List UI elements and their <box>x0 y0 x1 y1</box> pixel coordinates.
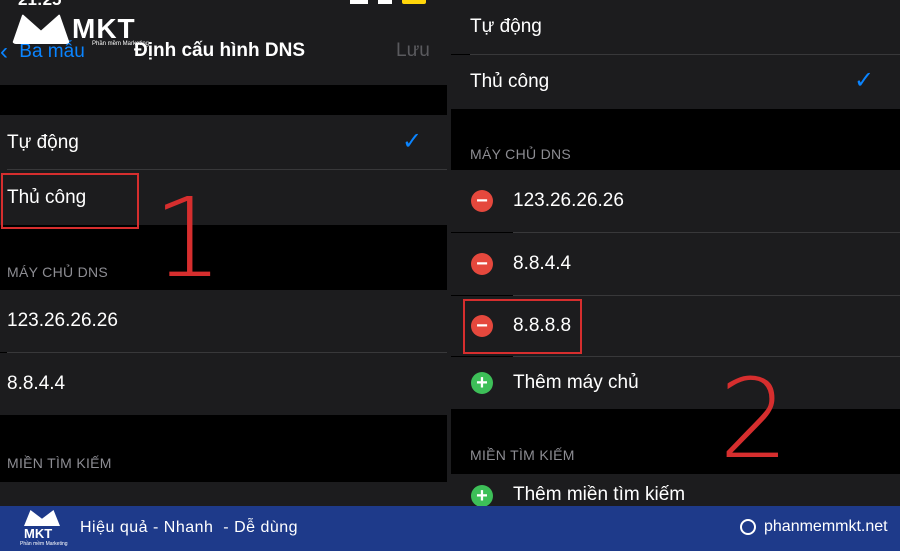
option-automatic[interactable]: Tự động ✓ <box>0 115 447 170</box>
page-title: Định cấu hình DNS <box>134 40 305 61</box>
right-screen: Tự động Thủ công ✓ MÁY CHỦ DNS − 123.26.… <box>451 0 900 506</box>
website-link[interactable]: phanmemmkt.net <box>740 518 888 536</box>
checkmark-icon: ✓ <box>402 128 423 155</box>
add-domain-row[interactable]: + Thêm miền tìm kiếm <box>451 474 900 506</box>
mkt-logo-icon <box>24 510 60 526</box>
add-server-label: Thêm máy chủ <box>513 372 639 393</box>
option-label: Thủ công <box>470 71 550 92</box>
highlight-box <box>463 299 582 354</box>
add-server-row[interactable]: + Thêm máy chủ <box>451 357 900 409</box>
remove-icon[interactable]: − <box>471 253 493 275</box>
dns-server-row[interactable]: − 123.26.26.26 <box>451 170 900 232</box>
footer-logo: MKT Phần mềm Marketing <box>20 510 68 548</box>
globe-icon <box>740 519 756 535</box>
search-domain-row <box>0 482 447 506</box>
step-number: 2 <box>719 355 789 483</box>
dns-server-row[interactable]: 8.8.4.4 <box>0 353 447 415</box>
add-icon[interactable]: + <box>471 485 493 506</box>
search-section-label: MIỀN TÌM KIẾM <box>7 455 112 471</box>
dns-server-value: 8.8.4.4 <box>7 373 66 394</box>
status-icons <box>350 0 430 6</box>
step-number: 1 <box>153 174 223 302</box>
option-manual[interactable]: Thủ công ✓ <box>451 55 900 109</box>
option-automatic[interactable]: Tự động <box>451 0 900 54</box>
dns-server-row[interactable]: − 8.8.4.4 <box>451 233 900 295</box>
remove-icon[interactable]: − <box>471 190 493 212</box>
option-label: Tự động <box>7 131 79 153</box>
left-screen: 21:25 ‹ Ba mẫu Định cấu hình DNS Lưu Tự … <box>0 0 447 506</box>
wifi-icon <box>378 0 392 4</box>
dns-server-row[interactable]: 123.26.26.26 <box>0 290 447 352</box>
search-section-label: MIỀN TÌM KIẾM <box>470 447 575 463</box>
dns-section-label: MÁY CHỦ DNS <box>470 146 572 162</box>
status-time: 21:25 <box>18 0 61 10</box>
footer-banner: MKT Phần mềm Marketing Hiệu quả - Nhanh … <box>0 506 900 551</box>
signal-icon <box>350 0 368 4</box>
save-button[interactable]: Lưu <box>396 40 430 62</box>
footer-logo-text: MKT <box>24 526 53 541</box>
dns-server-value: 8.8.4.4 <box>513 253 572 274</box>
battery-icon <box>402 0 426 4</box>
add-domain-label: Thêm miền tìm kiếm <box>513 484 686 505</box>
mkt-logo-tagline: Phần mềm Marketing <box>92 41 150 47</box>
add-icon[interactable]: + <box>471 372 493 394</box>
highlight-box <box>1 173 139 229</box>
footer-slogan: Hiệu quả - Nhanh - Dễ dùng <box>80 519 299 536</box>
checkmark-icon: ✓ <box>854 67 875 94</box>
website-text: phanmemmkt.net <box>764 518 888 535</box>
chevron-left-icon: ‹ <box>0 38 8 65</box>
option-label: Tự động <box>470 16 542 37</box>
mkt-logo-icon <box>12 14 70 44</box>
dns-server-value: 123.26.26.26 <box>7 310 118 331</box>
footer-logo-tagline: Phần mềm Marketing <box>20 541 68 547</box>
dns-section-label: MÁY CHỦ DNS <box>7 264 109 280</box>
dns-server-value: 123.26.26.26 <box>513 190 624 211</box>
